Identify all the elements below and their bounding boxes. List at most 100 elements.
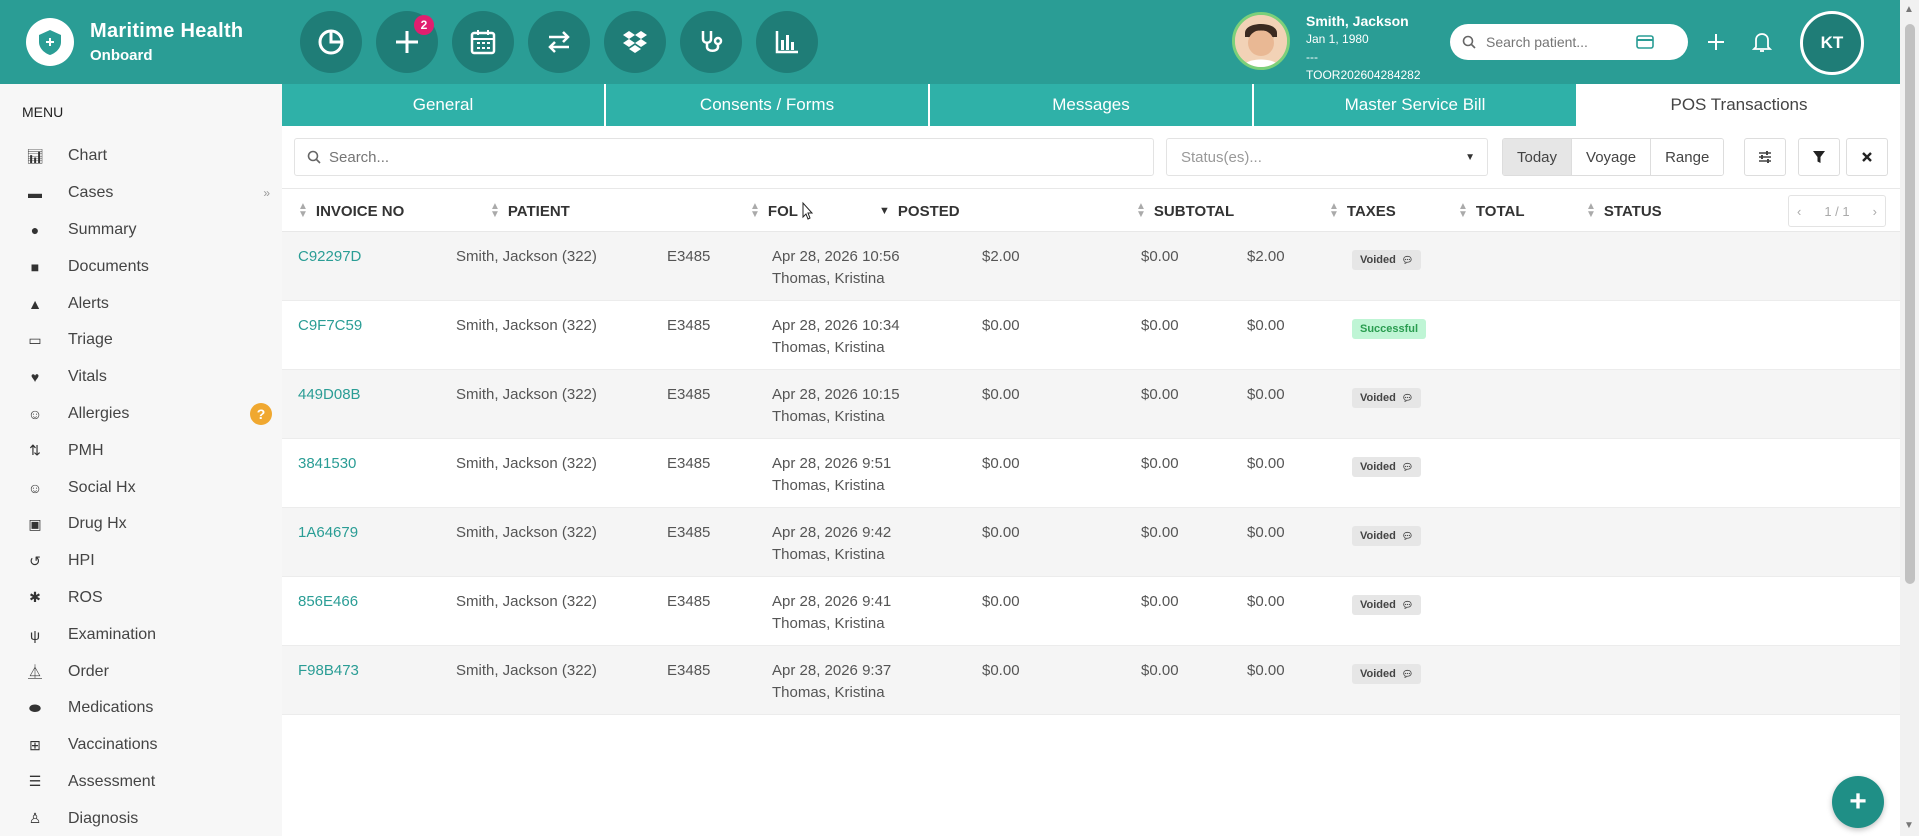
invoice-link[interactable]: C9F7C59 (298, 315, 362, 337)
range-range-button[interactable]: Range (1651, 139, 1724, 175)
range-voyage-button[interactable]: Voyage (1572, 139, 1652, 175)
invoice-link[interactable]: F98B473 (298, 660, 359, 682)
patient-id: TOOR202604284282 (1306, 68, 1421, 82)
sidebar-item-label: Cases (68, 184, 114, 202)
sidebar-item-documents[interactable]: ■ Documents (0, 248, 282, 285)
status-badge[interactable]: Voided 💬︎ (1352, 664, 1422, 684)
dashboard-button[interactable] (300, 11, 362, 73)
sidebar-item-medications[interactable]: ⬬ Medications (0, 690, 282, 727)
user-avatar[interactable]: KT (1800, 11, 1864, 75)
notifications-button[interactable] (1746, 26, 1778, 58)
column-subtotal[interactable]: ▲ ▼ SUBTOTAL (1136, 189, 1234, 233)
status-badge[interactable]: Voided 💬︎ (1352, 595, 1422, 615)
column-taxes[interactable]: ▲ ▼ TAXES (1329, 189, 1396, 233)
status-badge[interactable]: Voided 💬︎ (1352, 457, 1422, 477)
column-status[interactable]: ▲ ▼ STATUS (1586, 189, 1662, 233)
scroll-up-icon[interactable]: ▲ (1904, 4, 1914, 15)
app-logo[interactable]: Maritime Health Onboard (0, 0, 282, 84)
tab-pos-transactions[interactable]: POS Transactions (1578, 84, 1900, 126)
table-row[interactable]: F98B473 Smith, Jackson (322) E3485 Apr 28, … (282, 646, 1900, 715)
status-badge[interactable]: Voided 💬︎ (1352, 388, 1422, 408)
clear-filters-button[interactable] (1846, 138, 1888, 176)
reports-button[interactable] (756, 11, 818, 73)
column-patient[interactable]: ▲ ▼ PATIENT (490, 189, 570, 233)
tab-master-service-bill[interactable]: Master Service Bill (1254, 84, 1578, 126)
calendar-button[interactable] (452, 11, 514, 73)
sidebar-item-chart[interactable]: 📊︎ Chart (0, 138, 282, 175)
table-row[interactable]: 856E466 Smith, Jackson (322) E3485 Apr 28, … (282, 577, 1900, 646)
sidebar-item-diagnosis[interactable]: ♙ Diagnosis (0, 800, 282, 836)
scrollbar-thumb[interactable] (1905, 24, 1915, 584)
table-row[interactable]: 3841530 Smith, Jackson (322) E3485 Apr 28, … (282, 439, 1900, 508)
sidebar-item-ros[interactable]: ✱ ROS (0, 580, 282, 617)
sort-desc-icon: ▼ (879, 205, 890, 217)
column-settings-button[interactable] (1744, 138, 1786, 176)
flask-icon: ⏅ (28, 663, 42, 680)
invoice-link[interactable]: C92297D (298, 246, 361, 268)
invoice-link[interactable]: 1A64679 (298, 522, 358, 544)
invoice-link[interactable]: 3841530 (298, 453, 356, 475)
status-label: Voided (1360, 599, 1396, 611)
expand-icon[interactable]: » (263, 186, 270, 200)
sidebar-item-summary[interactable]: ● Summary (0, 212, 282, 249)
sidebar-item-assessment[interactable]: ☰ Assessment (0, 764, 282, 801)
sidebar-item-hpi[interactable]: ↺ HPI (0, 543, 282, 580)
table-search-input[interactable] (329, 148, 1109, 166)
sidebar-item-cases[interactable]: ▬ Cases » (0, 175, 282, 212)
table-row[interactable]: 449D08B Smith, Jackson (322) E3485 Apr 28, … (282, 370, 1900, 439)
sidebar-item-label: Allergies (68, 404, 130, 422)
sidebar-item-drug-hx[interactable]: ▣ Drug Hx (0, 506, 282, 543)
sidebar-item-examination[interactable]: ψ Examination (0, 616, 282, 653)
stethoscope-icon (701, 31, 723, 52)
invoice-link[interactable]: 856E466 (298, 591, 358, 613)
scroll-down-icon[interactable]: ▼ (1904, 820, 1914, 831)
sidebar-item-social-hx[interactable]: ☺ Social Hx (0, 469, 282, 506)
posted-cell: Apr 28, 2026 10:34 Thomas, Kristina (772, 315, 900, 359)
status-badge[interactable]: Voided 💬︎ (1352, 526, 1422, 546)
table-row[interactable]: 1A64679 Smith, Jackson (322) E3485 Apr 28, … (282, 508, 1900, 577)
status-badge[interactable]: Voided 💬︎ (1352, 250, 1422, 270)
sidebar-item-pmh[interactable]: ⇅ PMH (0, 432, 282, 469)
new-entry-button[interactable]: 2 (376, 11, 438, 73)
sidebar-item-allergies[interactable]: ☺ Allergies? (0, 396, 282, 433)
caret-down-icon: ▼ (1465, 151, 1475, 163)
dropbox-button[interactable] (604, 11, 666, 73)
sort-icon: ▲ ▼ (750, 201, 760, 220)
examination-button[interactable] (680, 11, 742, 73)
sidebar-item-alerts[interactable]: ▲ Alerts (0, 285, 282, 322)
column-posted[interactable]: ▼ POSTED (879, 189, 960, 233)
column-folio[interactable]: ▲ ▼ FOL (750, 189, 816, 233)
sidebar-item-vaccinations[interactable]: ⊞ Vaccinations (0, 727, 282, 764)
page-scrollbar[interactable]: ▲ ▼ (1900, 0, 1919, 836)
date-range-toggle: Today Voyage Range (1502, 138, 1725, 176)
sidebar-item-order[interactable]: ⏅ Order (0, 653, 282, 690)
help-icon[interactable]: ? (250, 402, 272, 425)
transfer-button[interactable] (528, 11, 590, 73)
sidebar-item-vitals[interactable]: ♥ Vitals (0, 359, 282, 396)
sidebar-item-triage[interactable]: ▭ Triage (0, 322, 282, 359)
patient-card[interactable]: Smith, Jackson Jan 1, 1980 --- TOOR20260… (1232, 12, 1421, 84)
patient-search-input[interactable] (1486, 34, 1636, 50)
add-transaction-fab[interactable]: + (1832, 776, 1884, 828)
column-total[interactable]: ▲ ▼ TOTAL (1458, 189, 1525, 233)
subtotal-cell: $0.00 (982, 524, 1020, 541)
add-button[interactable] (1700, 26, 1732, 58)
next-page-icon[interactable]: › (1873, 204, 1877, 219)
filter-button[interactable] (1798, 138, 1840, 176)
status-cell: Voided 💬︎ (1352, 524, 1422, 546)
tab-consents-forms[interactable]: Consents / Forms (606, 84, 930, 126)
range-today-button[interactable]: Today (1503, 139, 1573, 175)
invoice-link[interactable]: 449D08B (298, 384, 361, 406)
column-invoice-no[interactable]: ▲ ▼ INVOICE NO (298, 189, 404, 233)
user-md-icon: ♙ (28, 810, 42, 827)
prev-page-icon[interactable]: ‹ (1797, 204, 1801, 219)
sidebar-item-label: Order (68, 662, 109, 680)
card-icon[interactable] (1636, 35, 1654, 49)
tab-general[interactable]: General (282, 84, 606, 126)
table-row[interactable]: C92297D Smith, Jackson (322) E3485 Apr 28, … (282, 232, 1900, 301)
status-select[interactable]: Status(es)... ▼ (1166, 138, 1488, 176)
eye-icon: ● (30, 221, 40, 238)
status-label: Voided (1360, 461, 1396, 473)
tab-messages[interactable]: Messages (930, 84, 1254, 126)
table-row[interactable]: C9F7C59 Smith, Jackson (322) E3485 Apr 28, … (282, 301, 1900, 370)
